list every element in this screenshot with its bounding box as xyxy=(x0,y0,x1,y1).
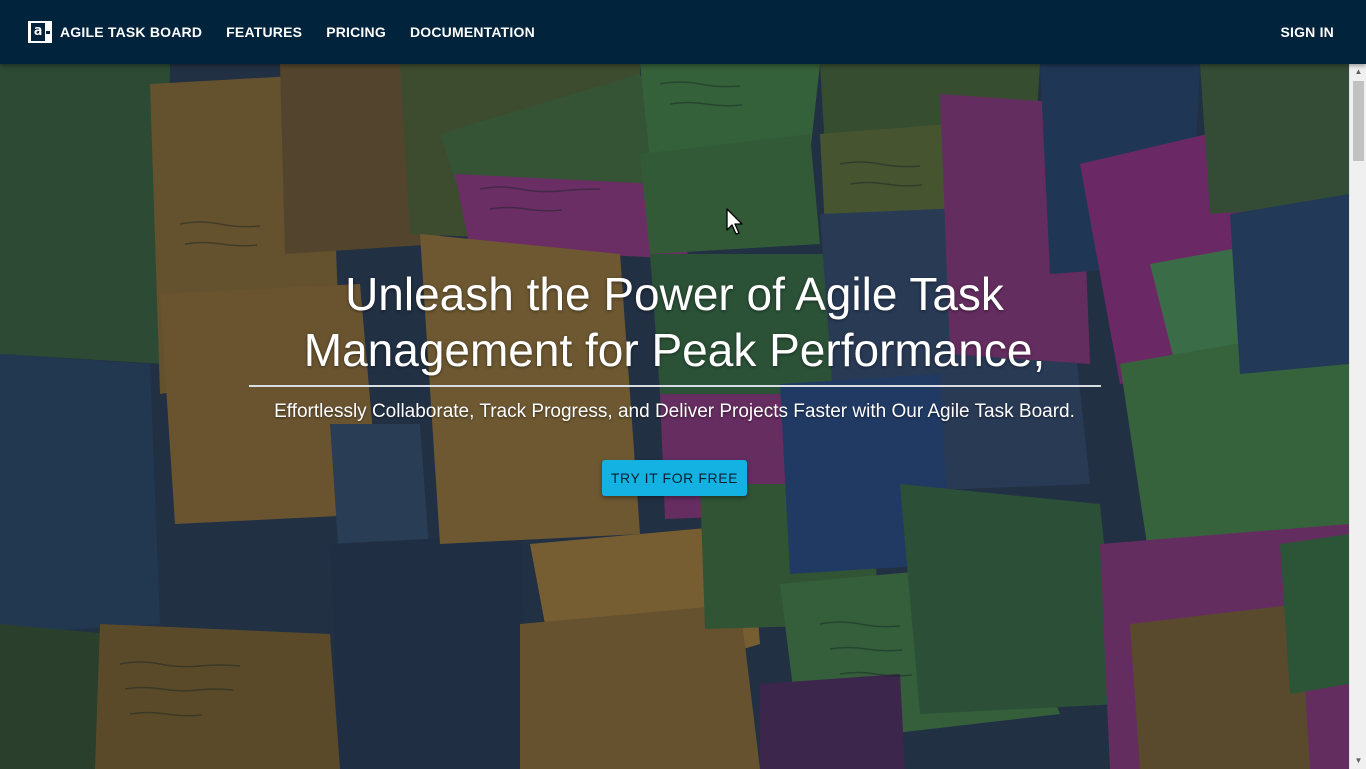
hero-title-line-1: Unleash the Power of Agile Task xyxy=(345,268,1004,320)
hero-title-line-2: Management for Peak Performance, xyxy=(303,324,1046,376)
scroll-up-arrow-icon[interactable]: ▲ xyxy=(1350,64,1366,80)
hero-subtitle: Effortlessly Collaborate, Track Progress… xyxy=(274,401,1075,422)
try-it-free-button[interactable]: TRY IT FOR FREE xyxy=(602,460,747,496)
nav-link-documentation[interactable]: DOCUMENTATION xyxy=(410,24,535,40)
nav-link-pricing[interactable]: PRICING xyxy=(326,24,386,40)
arrow-cursor-icon xyxy=(726,208,743,235)
top-navbar: a AGILE TASK BOARD FEATURES PRICING DOCU… xyxy=(0,0,1366,64)
hero-title: Unleash the Power of Agile Task Manageme… xyxy=(0,266,1349,378)
sign-in-link[interactable]: SIGN IN xyxy=(1280,24,1334,40)
page-scrollbar[interactable]: ▲ ▼ xyxy=(1349,64,1366,769)
hero-section: Unleash the Power of Agile Task Manageme… xyxy=(0,64,1349,769)
scroll-down-arrow-icon[interactable]: ▼ xyxy=(1350,753,1366,769)
brand-link[interactable]: a AGILE TASK BOARD xyxy=(28,21,202,43)
nav-link-features[interactable]: FEATURES xyxy=(226,24,302,40)
scroll-thumb[interactable] xyxy=(1353,81,1364,161)
brand-name: AGILE TASK BOARD xyxy=(60,24,203,40)
hero-divider xyxy=(249,385,1101,387)
logo-icon: a xyxy=(28,21,52,43)
